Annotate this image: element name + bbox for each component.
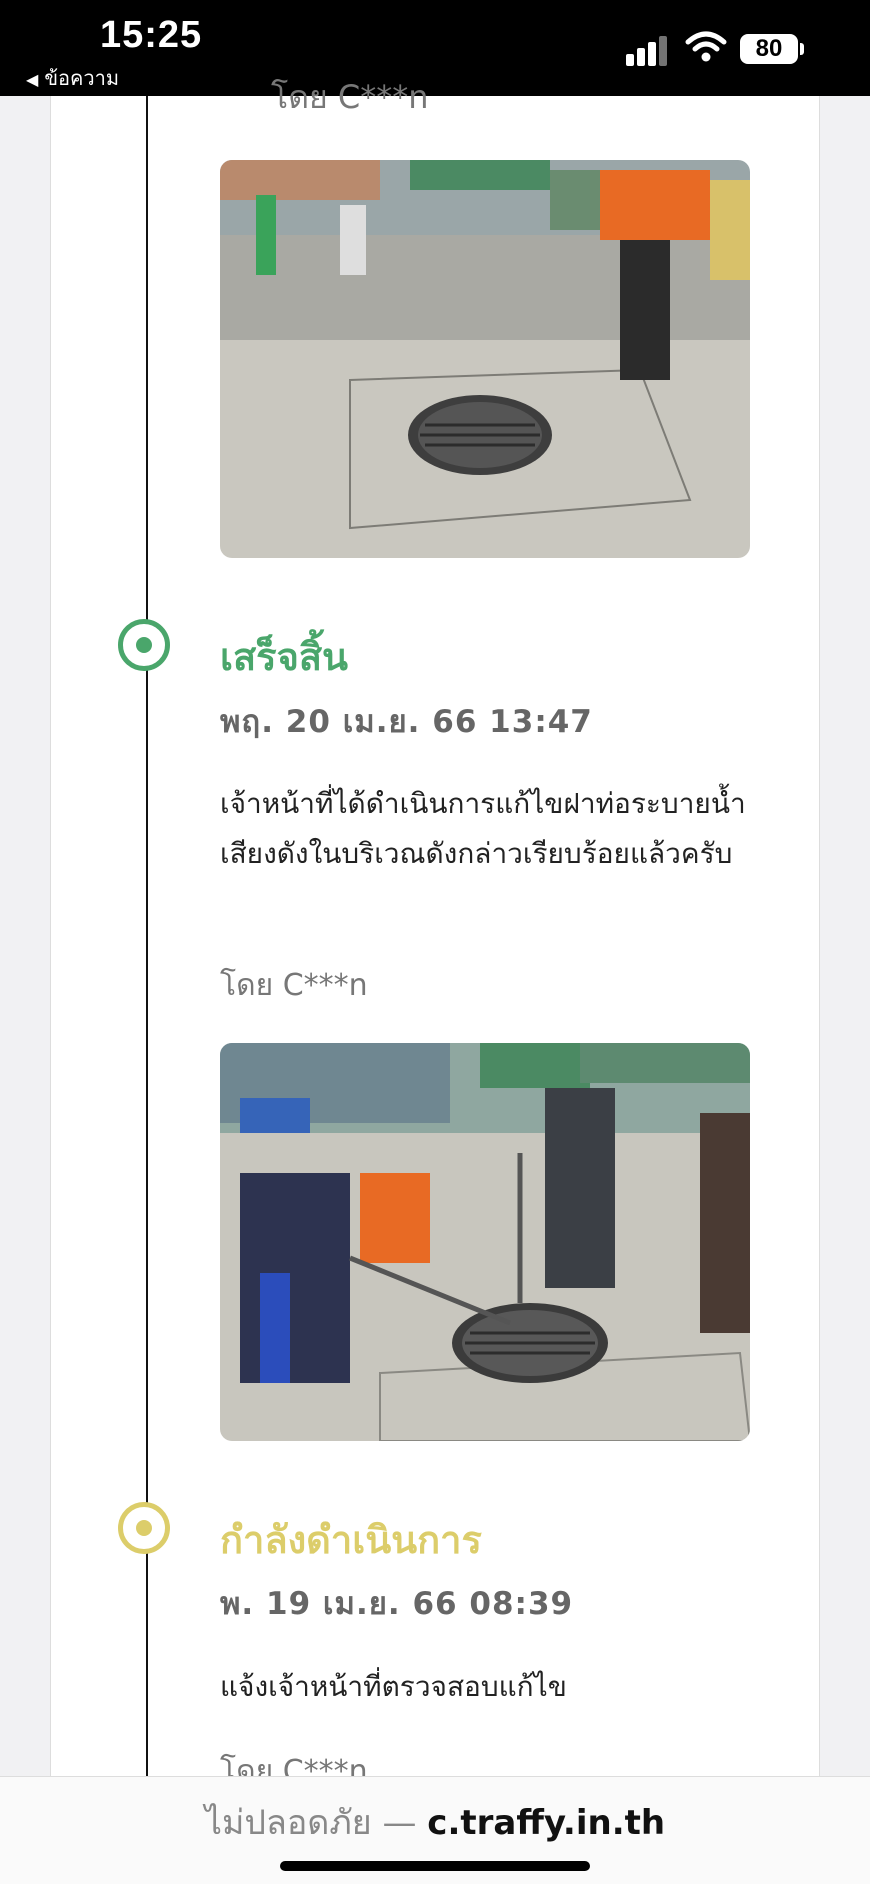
status-title-done: เสร็จสิ้น xyxy=(220,635,349,679)
partial-by-label: โดย C***n xyxy=(271,78,429,116)
report-photo-manhole[interactable] xyxy=(220,160,750,558)
battery-icon: 80 xyxy=(740,34,798,64)
status-title-in-progress: กำลังดำเนินการ xyxy=(220,1518,482,1562)
status-date-done: พฤ. 20 เม.ย. 66 13:47 xyxy=(220,704,593,740)
back-to-app-link[interactable]: ◀ ข้อความ xyxy=(26,62,119,94)
status-time: 15:25 xyxy=(100,14,203,56)
back-label: ข้อความ xyxy=(44,66,120,90)
wifi-icon xyxy=(684,28,728,64)
browser-address-bar[interactable]: ไม่ปลอดภัย — c.traffy.in.th xyxy=(0,1776,870,1884)
status-dot-done xyxy=(118,619,170,671)
not-secure-label: ไม่ปลอดภัย xyxy=(204,1803,372,1843)
status-date-in-progress: พ. 19 เม.ย. 66 08:39 xyxy=(220,1586,574,1622)
signal-icon xyxy=(626,30,670,66)
home-indicator[interactable] xyxy=(280,1861,590,1871)
battery-tip xyxy=(800,43,804,55)
report-photo-workers[interactable] xyxy=(220,1043,750,1441)
url-domain: c.traffy.in.th xyxy=(427,1803,666,1843)
status-by-done: โดย C***n xyxy=(220,968,368,1003)
url-display[interactable]: ไม่ปลอดภัย — c.traffy.in.th xyxy=(0,1795,870,1849)
status-description-in-progress: แจ้งเจ้าหน้าที่ตรวจสอบแก้ไข xyxy=(220,1670,567,1703)
status-bar: 15:25 ◀ ข้อความ 80 xyxy=(0,0,870,96)
url-separator: — xyxy=(382,1803,417,1843)
status-dot-in-progress xyxy=(118,1502,170,1554)
status-description-done: เจ้าหน้าที่ได้ดำเนินการแก้ไขฝาท่อระบายน้… xyxy=(220,787,746,870)
back-arrow-icon: ◀ xyxy=(26,70,39,89)
